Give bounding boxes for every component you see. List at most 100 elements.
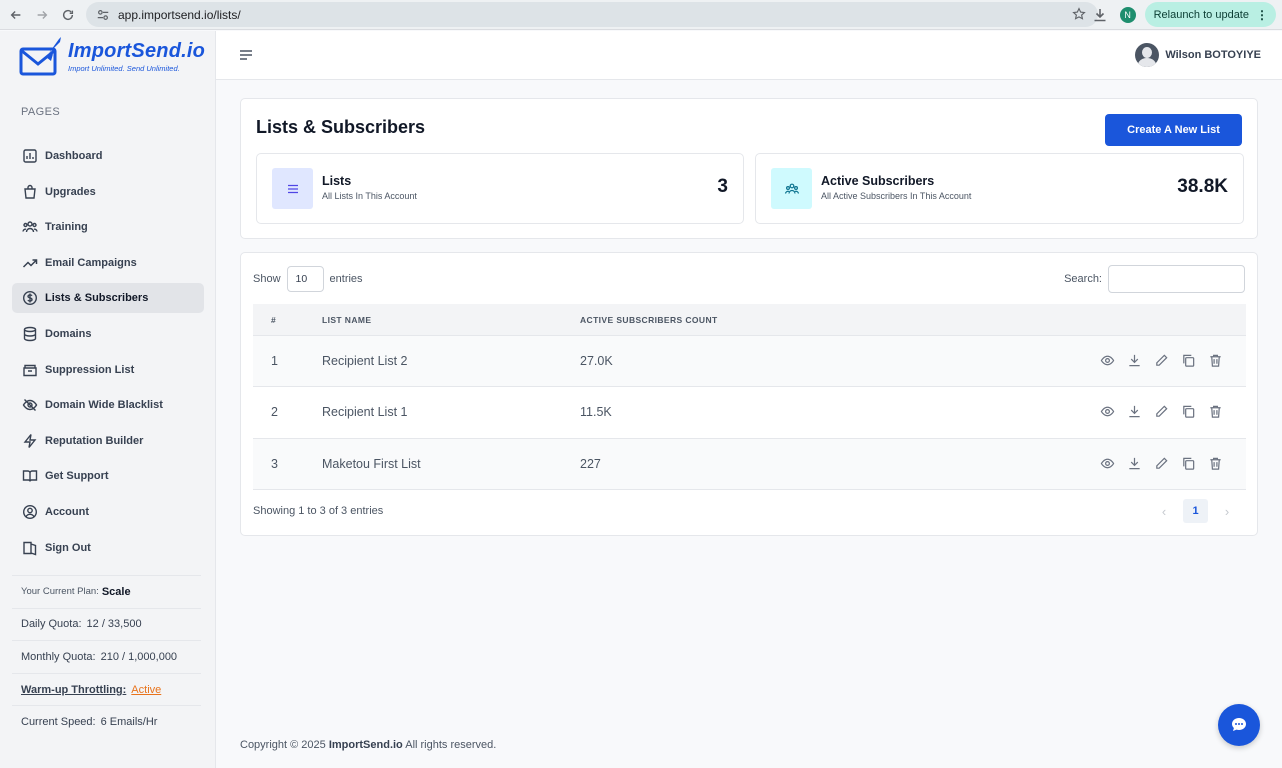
download-icon[interactable] (1092, 7, 1108, 23)
table-info: Showing 1 to 3 of 3 entries (253, 505, 384, 517)
row-number: 3 (271, 456, 278, 471)
shopping-bag-icon (22, 184, 38, 200)
warmup-throttling-label[interactable]: Warm-up Throttling: (21, 684, 126, 696)
subscribers-count: 11.5K (580, 405, 612, 420)
menu-toggle-icon[interactable] (238, 47, 254, 63)
forward-icon[interactable] (31, 4, 53, 26)
list-name: Recipient List 1 (322, 405, 408, 420)
reload-icon[interactable] (57, 4, 79, 26)
edit-icon[interactable] (1154, 456, 1170, 472)
trash-icon[interactable] (1208, 456, 1224, 472)
lists-table-card: Show 10 entries Search: # LIST NAME ACTI… (240, 252, 1258, 536)
sidebar-item-label: Training (45, 221, 88, 234)
sidebar-item-upgrades[interactable]: Upgrades (12, 177, 204, 207)
sidebar-item-label: Dashboard (45, 150, 103, 162)
daily-quota-value: 12 / 33,500 (86, 618, 142, 631)
relaunch-button[interactable]: Relaunch to update ⋮ (1144, 2, 1276, 27)
copy-icon[interactable] (1181, 404, 1197, 420)
row-actions (1100, 456, 1235, 472)
edit-icon[interactable] (1154, 404, 1170, 420)
sidebar-item-lists-subscribers[interactable]: Lists & Subscribers (12, 283, 204, 314)
monthly-quota-value: 210 / 1,000,000 (100, 650, 178, 663)
list-icon (272, 168, 313, 209)
pagination-next-button[interactable]: › (1217, 504, 1237, 519)
stat-title: Lists (322, 174, 352, 188)
brand-name: ImportSend.io (68, 39, 206, 62)
user-menu[interactable]: Wilson BOTOYIYE (1135, 43, 1261, 67)
url-text[interactable]: app.importsend.io/lists/ (118, 8, 241, 22)
sidebar-item-suppression-list[interactable]: Suppression List (12, 355, 204, 385)
eye-icon[interactable] (1100, 456, 1116, 472)
database-icon (22, 326, 38, 342)
sidebar-item-domains[interactable]: Domains (12, 319, 204, 349)
sidebar-menu: Dashboard Upgrades Training Email Campai… (12, 141, 204, 568)
trash-icon[interactable] (1208, 404, 1224, 420)
warmup-throttling-status[interactable]: Active (131, 684, 161, 696)
sidebar-item-training[interactable]: Training (12, 212, 204, 242)
trash-icon[interactable] (1208, 353, 1224, 369)
column-header-subscribers-count[interactable]: ACTIVE SUBSCRIBERS COUNT (580, 315, 1100, 325)
plan-value: Scale (101, 585, 131, 598)
sidebar-item-dashboard[interactable]: Dashboard (12, 141, 204, 171)
create-new-list-button[interactable]: Create A New List (1105, 114, 1242, 146)
current-speed-label: Current Speed: (21, 716, 96, 729)
column-header-list-name[interactable]: LIST NAME (322, 315, 580, 325)
pagination-prev-button[interactable]: ‹ (1154, 504, 1174, 519)
profile-avatar[interactable]: N (1119, 6, 1136, 23)
brand-tagline: Import Unlimited. Send Unlimited. (68, 63, 180, 73)
copyright-suffix: All rights reserved. (405, 739, 497, 751)
sidebar-item-label: Email Campaigns (45, 256, 137, 269)
eye-icon[interactable] (1100, 353, 1116, 369)
page-title: Lists & Subscribers (256, 117, 426, 137)
plan-info: Your Current Plan: Scale Daily Quota: 12… (12, 575, 201, 738)
column-header-number[interactable]: # (253, 315, 322, 325)
current-speed-row: Current Speed: 6 Emails/Hr (12, 705, 201, 738)
stat-value: 38.8K (1177, 176, 1228, 197)
plan-label: Your Current Plan: (21, 586, 99, 598)
user-name: Wilson BOTOYIYE (1165, 49, 1261, 61)
trending-up-icon (22, 255, 38, 271)
search-input[interactable] (1108, 265, 1245, 293)
daily-quota-label: Daily Quota: (21, 618, 82, 631)
eye-icon[interactable] (1100, 404, 1116, 420)
sidebar-item-sign-out[interactable]: Sign Out (12, 533, 204, 563)
download-icon[interactable] (1127, 404, 1143, 420)
table-row: 2 Recipient List 1 11.5K (253, 387, 1246, 439)
logout-icon (22, 540, 38, 556)
avatar (1135, 43, 1160, 67)
lists-stat-card: Lists All Lists In This Account 3 (256, 153, 744, 224)
monthly-quota-row: Monthly Quota: 210 / 1,000,000 (12, 640, 201, 673)
sidebar-item-label: Sign Out (45, 541, 91, 554)
site-info-icon[interactable] (96, 8, 110, 22)
sidebar-item-account[interactable]: Account (12, 497, 204, 527)
copy-icon[interactable] (1181, 456, 1197, 472)
chart-icon (22, 148, 38, 164)
bookmark-star-icon[interactable] (1072, 7, 1086, 21)
sidebar-item-get-support[interactable]: Get Support (12, 461, 204, 491)
brand-logo[interactable]: ImportSend.io Import Unlimited. Send Unl… (19, 35, 205, 77)
monthly-quota-label: Monthly Quota: (21, 650, 96, 663)
current-speed-value: 6 Emails/Hr (100, 716, 158, 729)
back-icon[interactable] (5, 4, 27, 26)
eye-off-icon (22, 397, 38, 413)
pagination-page-button[interactable]: 1 (1183, 499, 1208, 523)
sidebar-item-label: Get Support (45, 470, 109, 483)
stat-subtitle: All Lists In This Account (322, 191, 417, 201)
chat-widget-button[interactable] (1218, 704, 1260, 746)
row-number: 1 (271, 354, 278, 369)
address-bar[interactable]: app.importsend.io/lists/ (86, 2, 1098, 27)
copy-icon[interactable] (1181, 353, 1197, 369)
download-icon[interactable] (1127, 353, 1143, 369)
more-menu-icon[interactable]: ⋮ (1256, 8, 1268, 22)
entries-per-page-select[interactable]: 10 (286, 266, 324, 292)
edit-icon[interactable] (1154, 353, 1170, 369)
sidebar-item-email-campaigns[interactable]: Email Campaigns (12, 248, 204, 278)
envelope-rocket-logo (19, 37, 61, 76)
user-circle-icon (22, 504, 38, 520)
chat-bubble-icon (1232, 718, 1246, 731)
download-icon[interactable] (1127, 456, 1143, 472)
sidebar-item-domain-wide-blacklist[interactable]: Domain Wide Blacklist (12, 390, 204, 420)
list-name: Maketou First List (322, 456, 421, 471)
lists-table: # LIST NAME ACTIVE SUBSCRIBERS COUNT 1 R… (253, 304, 1246, 490)
sidebar-item-reputation-builder[interactable]: Reputation Builder (12, 426, 204, 456)
